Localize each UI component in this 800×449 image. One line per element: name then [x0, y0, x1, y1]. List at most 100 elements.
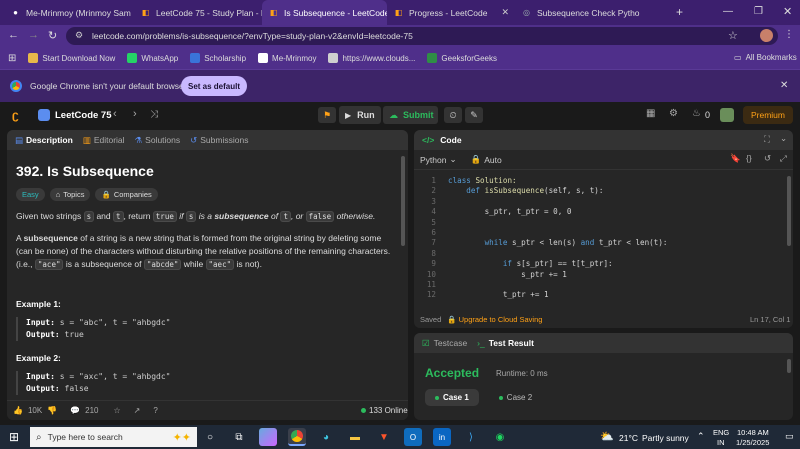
language-indicator[interactable]: ENG [713, 428, 729, 437]
favicon-icon: ◧ [269, 8, 278, 17]
browser-tab[interactable]: ◧LeetCode 75 - Study Plan - L✕ [134, 0, 262, 25]
debug-icon[interactable]: ⚑ [318, 107, 336, 123]
shuffle-icon[interactable]: ⤨ [150, 109, 158, 120]
brave-icon[interactable]: ▼ [375, 428, 393, 446]
bookmark-item[interactable]: Start Download Now [28, 53, 115, 63]
likes-count: 10K [27, 406, 43, 415]
bookmark-item[interactable]: https://www.clouds... [328, 53, 415, 63]
browser-menu-icon[interactable]: ⋮ [784, 29, 794, 40]
settings-gear-icon[interactable]: ⚙ [669, 108, 678, 119]
timer-icon[interactable]: ⏲ [444, 107, 462, 123]
layout-icon[interactable]: ▦ [646, 108, 655, 119]
back-icon[interactable]: ← [8, 29, 19, 41]
vscode-icon[interactable]: ⟩ [462, 428, 480, 446]
outlook-icon[interactable]: O [404, 428, 422, 446]
tab-editorial[interactable]: ▥ Editorial [83, 135, 125, 146]
study-plan-title[interactable]: LeetCode 75 [55, 110, 112, 121]
collapse-icon[interactable]: ⌄ [780, 133, 787, 144]
bookmark-item[interactable]: Scholarship [190, 53, 246, 63]
new-tab-button[interactable]: + [676, 5, 683, 19]
code-editor[interactable]: 1 class Solution: 2 def isSubsequence(self… [414, 174, 784, 304]
maximize-icon[interactable]: ⛶ [764, 134, 770, 145]
weather-icon[interactable]: ⛅ [600, 430, 614, 443]
clock-date[interactable]: 1/25/2025 [736, 438, 769, 447]
next-problem-icon[interactable]: › [133, 108, 137, 120]
reset-code-icon[interactable]: ↺ [764, 153, 771, 164]
tab-solutions[interactable]: ⚗ Solutions [135, 135, 181, 146]
apps-grid-icon[interactable]: ⊞ [8, 53, 16, 64]
clock-time[interactable]: 10:48 AM [737, 428, 769, 437]
premium-button[interactable]: Premium [743, 106, 793, 124]
browser-tab[interactable]: ◎Subsequence Check Python✕ [515, 0, 640, 25]
tab-description[interactable]: ▤ Description [15, 135, 73, 146]
fullscreen-icon[interactable]: ⤢ [780, 153, 787, 164]
case-button[interactable]: Case 2 [489, 389, 542, 406]
hidden-icons-chevron-icon[interactable]: ⌃ [697, 431, 705, 442]
cortana-icon[interactable]: ○ [201, 428, 219, 446]
chrome-taskbar-icon[interactable] [288, 428, 306, 446]
weather-description[interactable]: Partly sunny [642, 433, 689, 443]
run-button[interactable]: ▶ Run [339, 106, 381, 124]
comment-icon[interactable]: 💬 [70, 406, 80, 415]
upgrade-cloud-saving-link[interactable]: Upgrade to Cloud Saving [459, 315, 543, 324]
auto-complete-toggle[interactable]: 🔒 Auto [471, 154, 502, 165]
bookmark-item[interactable]: Me-Mrinmoy [258, 53, 316, 63]
star-icon[interactable]: ☆ [114, 406, 121, 415]
copilot-icon[interactable] [259, 428, 277, 446]
taskbar-search-box[interactable]: ⌕ Type here to search ✦✦ [30, 427, 197, 447]
task-view-icon[interactable]: ⧉ [230, 428, 248, 446]
bookmark-star-icon[interactable]: ☆ [728, 29, 738, 42]
topics-chip[interactable]: ⌂ Topics [49, 188, 91, 201]
help-icon[interactable]: ? [153, 406, 157, 415]
output-label: Output: [26, 384, 60, 393]
inline-code: true [152, 211, 177, 222]
bookmark-icon[interactable]: 🔖 [730, 153, 741, 164]
format-code-icon[interactable]: {} [746, 153, 752, 163]
user-avatar[interactable] [720, 108, 734, 122]
close-infobar-icon[interactable]: ✕ [780, 80, 788, 91]
prev-problem-icon[interactable]: ‹ [113, 108, 117, 120]
companies-chip[interactable]: 🔒 Companies [95, 188, 158, 201]
bookmark-item[interactable]: GeeksforGeeks [427, 53, 497, 63]
windows-start-icon[interactable]: ⊞ [9, 430, 19, 444]
file-explorer-icon[interactable]: ▬ [346, 428, 364, 446]
thumbs-down-icon[interactable]: 👎 [47, 406, 57, 415]
submit-button[interactable]: ☁ Submit [383, 106, 438, 124]
weather-temperature[interactable]: 21°C [619, 433, 638, 443]
result-scrollbar[interactable] [787, 359, 791, 373]
browser-tab[interactable]: ◧Is Subsequence - LeetCode✕ [262, 0, 387, 25]
address-bar[interactable]: ⚙ leetcode.com/problems/is-subsequence/?… [66, 27, 778, 45]
thumbs-up-icon[interactable]: 👍 [13, 406, 23, 415]
tab-submissions[interactable]: ↺ Submissions [190, 135, 248, 146]
reload-icon[interactable]: ↻ [48, 29, 57, 42]
set-as-default-button[interactable]: Set as default [181, 76, 247, 96]
forward-icon[interactable]: → [28, 29, 39, 41]
editor-scrollbar[interactable] [787, 176, 791, 246]
inline-code: "abcde" [143, 259, 182, 270]
line-number: 10 [426, 269, 436, 279]
result-tab-testcase[interactable]: ☑ Testcase [422, 338, 467, 349]
site-info-icon[interactable]: ⚙ [75, 30, 83, 41]
close-window-button[interactable]: ✕ [783, 5, 792, 18]
spotify-icon[interactable]: ◉ [491, 428, 509, 446]
linkedin-icon[interactable]: in [433, 428, 451, 446]
bookmark-item[interactable]: WhatsApp [127, 53, 178, 63]
share-icon[interactable]: ↗ [134, 406, 141, 415]
profile-avatar[interactable] [760, 29, 773, 42]
minimize-window-button[interactable]: — [723, 6, 733, 17]
case-button[interactable]: Case 1 [425, 389, 479, 406]
browser-tab[interactable]: ●Me-Mrinmoy (Mrinmoy Sam✕ [4, 0, 134, 25]
language-select[interactable]: Python ⌄ [420, 154, 457, 165]
browser-tab[interactable]: ◧ Progress - LeetCode ✕ [387, 0, 515, 25]
leetcode-logo-icon[interactable]: ʗ [12, 108, 19, 122]
description-scrollbar[interactable] [401, 156, 405, 246]
notifications-icon[interactable]: ▭ [785, 431, 794, 442]
notes-icon[interactable]: ✎ [465, 107, 483, 123]
all-bookmarks[interactable]: ▭ All Bookmarks [734, 53, 797, 62]
close-tab-icon[interactable]: ✕ [497, 7, 509, 18]
result-tab-test-result[interactable]: ›_ Test Result [477, 338, 534, 348]
fire-icon[interactable]: ♨ [692, 108, 701, 119]
edge-icon[interactable]: ◕ [317, 428, 335, 446]
text: is a subsequence of [63, 259, 144, 269]
restore-window-button[interactable]: ❐ [754, 6, 763, 17]
